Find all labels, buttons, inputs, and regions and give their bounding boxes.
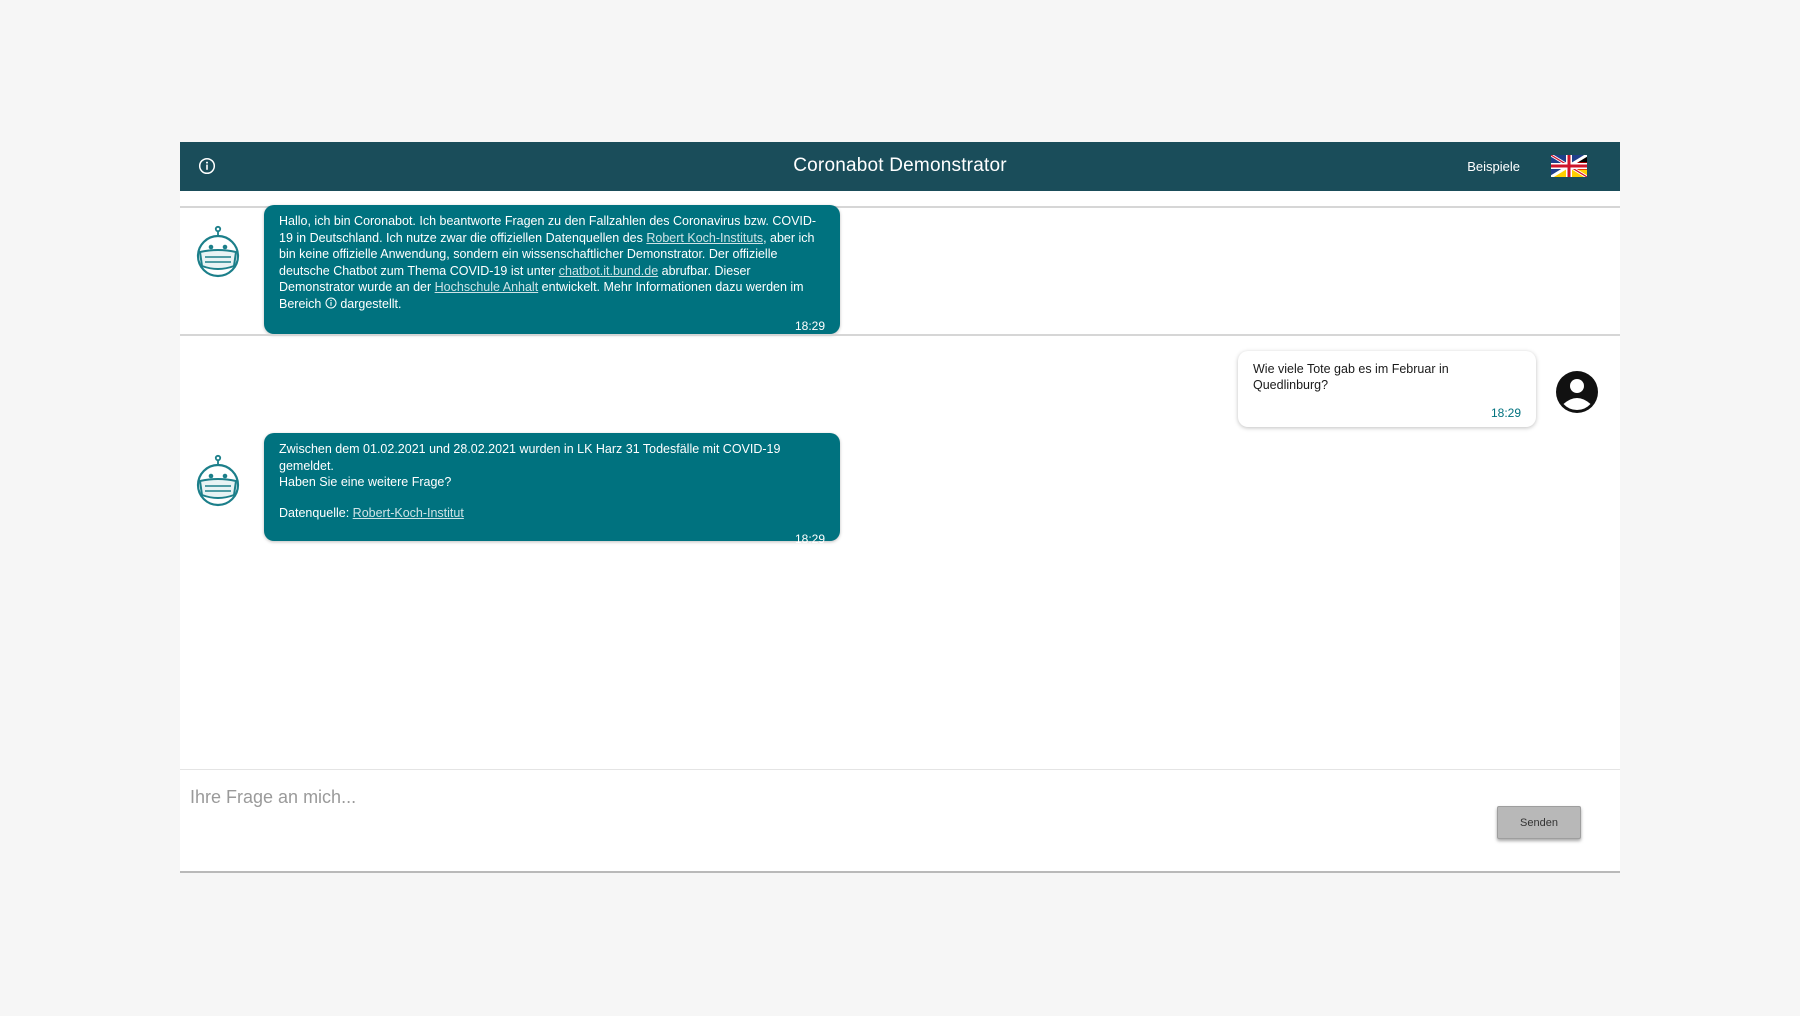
message-time: 18:29 (794, 532, 825, 546)
question-input[interactable] (188, 776, 1372, 818)
data-source-label: Datenquelle: (279, 505, 353, 520)
data-source: Datenquelle: Robert-Koch-Institut (279, 505, 825, 522)
bot-message: Hallo, ich bin Coronabot. Ich beantworte… (264, 205, 840, 334)
user-message: Wie viele Tote gab es im Februar in Qued… (1238, 351, 1536, 427)
message-text: Wie viele Tote gab es im Februar in Qued… (1253, 362, 1449, 392)
message-time: 18:29 (1490, 406, 1521, 420)
language-flag-icon[interactable] (1551, 155, 1587, 177)
send-button[interactable]: Senden (1497, 806, 1581, 839)
chat-window: Coronabot Demonstrator Beispiele Hallo, … (180, 142, 1620, 873)
app-header: Coronabot Demonstrator Beispiele (180, 142, 1620, 191)
message-time: 18:29 (794, 319, 825, 333)
message-text: dargestellt. (336, 296, 402, 311)
user-avatar-icon (1555, 370, 1599, 414)
chatbot-bund-link[interactable]: chatbot.it.bund.de (559, 264, 658, 278)
bot-avatar-icon (194, 451, 242, 509)
bot-avatar-icon (194, 222, 242, 280)
input-area: Senden (180, 769, 1620, 873)
hochschule-anhalt-link[interactable]: Hochschule Anhalt (435, 280, 539, 294)
info-icon (325, 297, 337, 309)
divider (180, 334, 1620, 336)
bot-message: Zwischen dem 01.02.2021 und 28.02.2021 w… (264, 433, 840, 546)
rki-link[interactable]: Robert Koch-Instituts (646, 231, 763, 245)
examples-link[interactable]: Beispiele (1467, 159, 1520, 174)
page-title: Coronabot Demonstrator (793, 155, 1007, 176)
rki-source-link[interactable]: Robert-Koch-Institut (353, 506, 464, 520)
message-text: Haben Sie eine weitere Frage? (279, 475, 452, 489)
message-text: Zwischen dem 01.02.2021 und 28.02.2021 w… (279, 442, 781, 473)
